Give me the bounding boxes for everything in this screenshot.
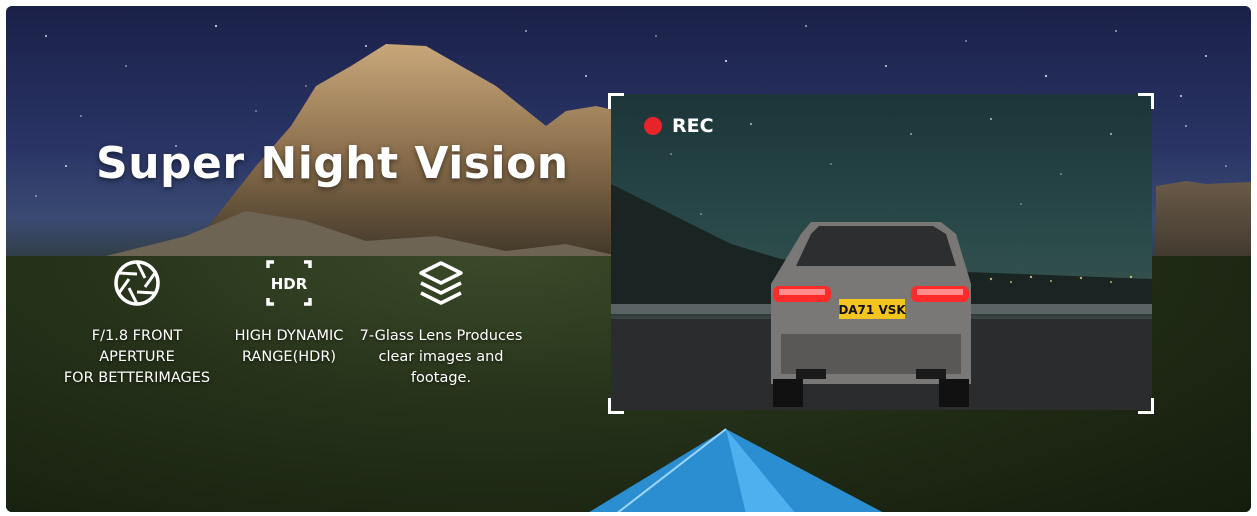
feature-hdr-label: HIGH DYNAMIC RANGE(HDR) xyxy=(234,328,344,365)
feature-hdr: HDR HIGH DYNAMIC RANGE(HDR) xyxy=(204,258,374,368)
svg-text:DA71 VSK: DA71 VSK xyxy=(838,303,906,317)
aperture-icon xyxy=(114,260,160,306)
hdr-icon: HDR xyxy=(266,260,312,306)
night-car-scene: DA71 VSK xyxy=(611,118,1152,410)
rec-indicator: REC xyxy=(644,115,714,137)
feature-aperture: F/1.8 FRONT APERTURE FOR BETTERIMAGES xyxy=(52,258,222,389)
frame-corner-top-left xyxy=(608,93,624,109)
layers-icon xyxy=(419,261,463,305)
feature-lens-label: 7-Glass Lens Produces clear images and f… xyxy=(359,328,523,386)
tent-illustration xyxy=(589,428,883,512)
frame-corner-bottom-right xyxy=(1138,398,1154,414)
feature-aperture-label: F/1.8 FRONT APERTURE FOR BETTERIMAGES xyxy=(63,328,211,386)
feature-lens: 7-Glass Lens Produces clear images and f… xyxy=(356,258,526,389)
frame-corner-bottom-left xyxy=(608,398,624,414)
record-dot-icon xyxy=(644,117,662,135)
page-title: Super Night Vision xyxy=(96,138,569,189)
frame-corner-top-right xyxy=(1138,93,1154,109)
dashcam-preview: DA71 VSK xyxy=(611,94,1152,410)
rec-label: REC xyxy=(672,115,714,137)
svg-text:HDR: HDR xyxy=(271,275,308,293)
car: DA71 VSK xyxy=(771,222,971,407)
